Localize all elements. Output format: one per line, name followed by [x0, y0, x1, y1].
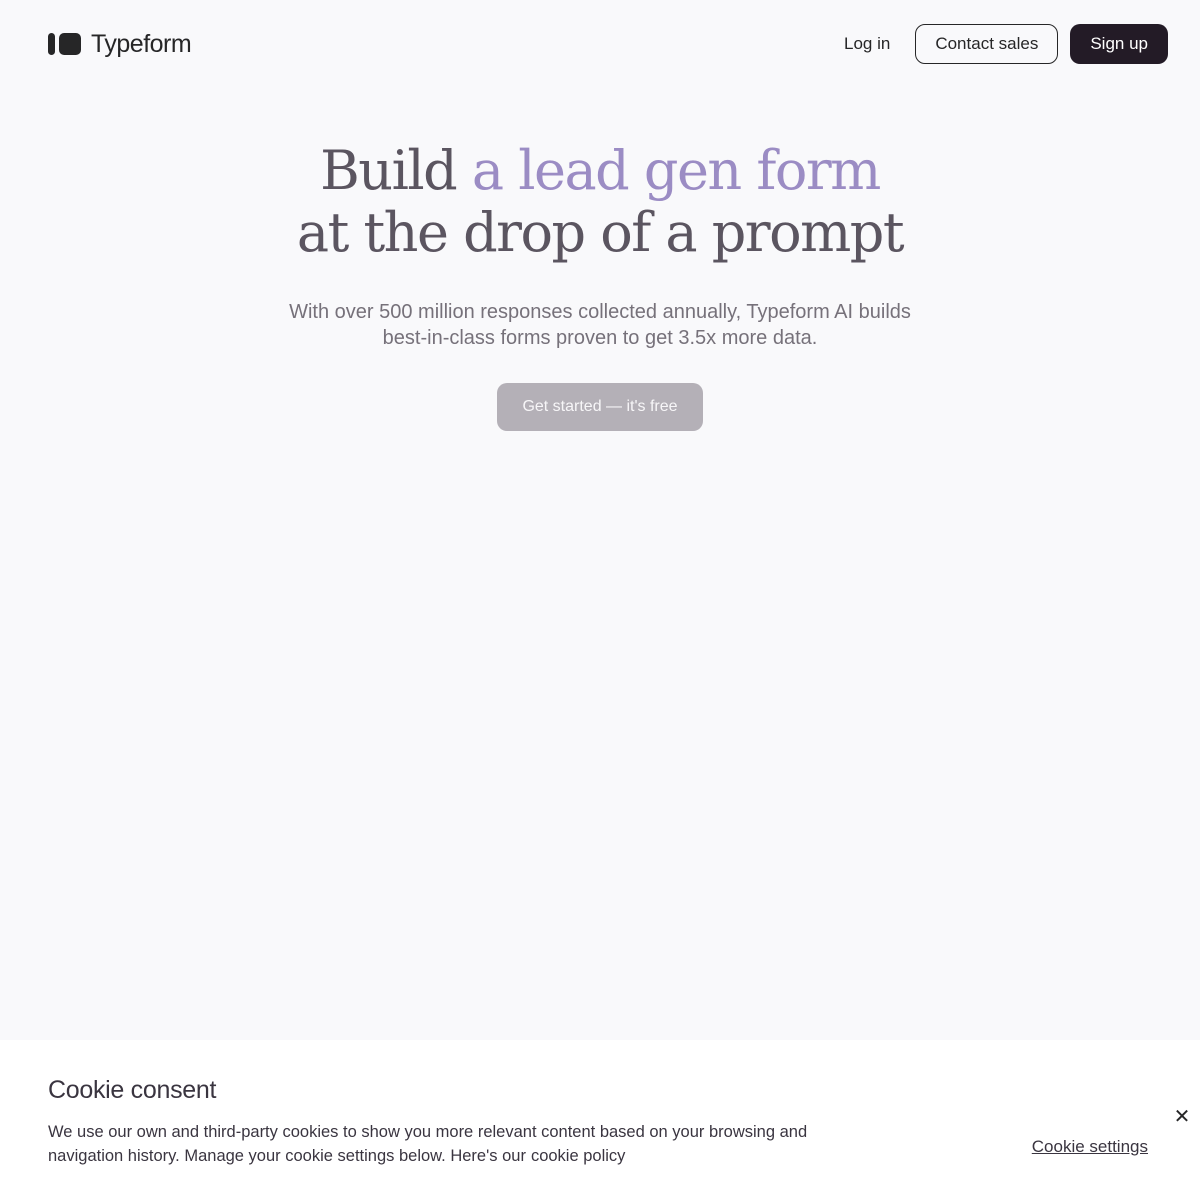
- get-started-button[interactable]: Get started — it's free: [497, 383, 703, 431]
- typeform-logo-icon: [48, 33, 81, 55]
- typeform-logo[interactable]: Typeform: [48, 29, 192, 59]
- hero-title-line2: at the drop of a prompt: [296, 201, 905, 264]
- hero-subtitle-line2: best-in-class forms proven to get 3.5x m…: [382, 327, 818, 349]
- close-icon[interactable]: ✕: [1172, 1104, 1192, 1128]
- cookie-consent-title: Cookie consent: [48, 1076, 217, 1104]
- hero-subtitle: With over 500 million responses collecte…: [0, 299, 1200, 351]
- logo-text: Typeform: [91, 29, 192, 58]
- page: Typeform Log in Contact sales Sign up Bu…: [0, 0, 1200, 1200]
- hero: Build a lead gen form at the drop of a p…: [0, 140, 1200, 431]
- login-link[interactable]: Log in: [831, 24, 903, 64]
- hero-subtitle-line1: With over 500 million responses collecte…: [289, 301, 911, 323]
- cookie-policy-link[interactable]: cookie policy: [531, 1147, 625, 1165]
- cookie-settings-link[interactable]: Cookie settings: [1032, 1137, 1148, 1157]
- sign-up-button[interactable]: Sign up: [1070, 24, 1168, 64]
- site-header: Typeform Log in Contact sales Sign up: [0, 0, 1200, 88]
- contact-sales-button[interactable]: Contact sales: [915, 24, 1059, 64]
- hero-title: Build a lead gen form at the drop of a p…: [0, 140, 1200, 264]
- cookie-consent-body: We use our own and third-party cookies t…: [48, 1123, 808, 1165]
- cookie-consent-text: We use our own and third-party cookies t…: [48, 1120, 828, 1168]
- header-nav: Log in Contact sales Sign up: [831, 24, 1168, 64]
- cookie-consent-banner: Cookie consent We use our own and third-…: [0, 1040, 1200, 1200]
- hero-title-accent: a lead gen form: [471, 139, 882, 202]
- hero-title-prefix: Build: [320, 139, 472, 202]
